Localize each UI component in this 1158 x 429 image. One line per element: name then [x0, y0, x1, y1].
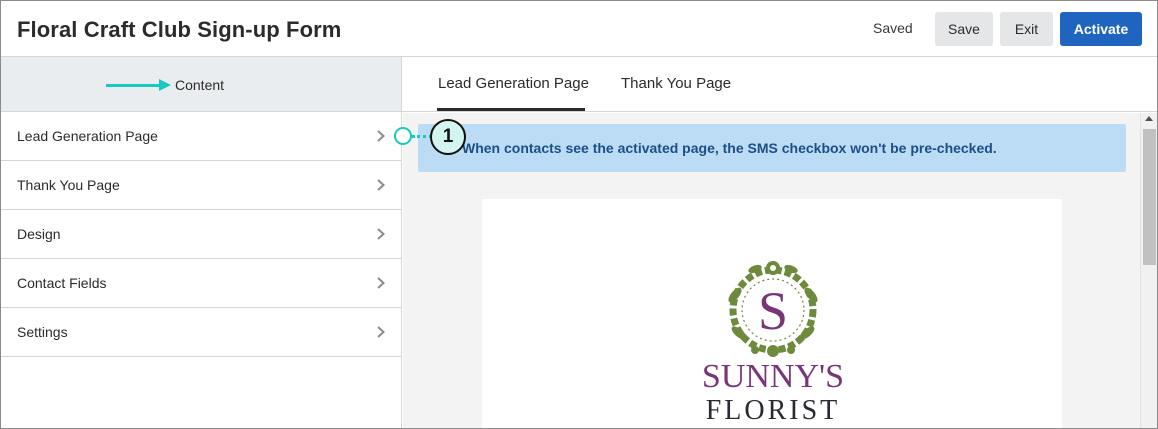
sidebar-item-settings[interactable]: Settings	[1, 308, 401, 357]
exit-button[interactable]: Exit	[1000, 12, 1053, 46]
flower-shape	[751, 346, 759, 354]
chevron-right-icon	[377, 326, 385, 338]
callout-number-badge: 1	[430, 119, 466, 155]
active-tab-indicator	[437, 108, 585, 111]
scrollbar-thumb[interactable]	[1143, 129, 1156, 265]
sidebar-header: Content	[1, 57, 401, 112]
sidebar-item-label: Lead Generation Page	[17, 128, 158, 144]
sidebar-item-label: Contact Fields	[17, 275, 107, 291]
page-title: Floral Craft Club Sign-up Form	[17, 17, 342, 42]
callout-connector	[412, 135, 432, 138]
page-preview: When contacts see the activated page, th…	[403, 113, 1140, 428]
chevron-right-icon	[377, 277, 385, 289]
preview-scrollbar[interactable]	[1140, 113, 1157, 428]
pointer-arrow-icon	[106, 84, 162, 87]
logo-monogram: S	[758, 281, 788, 341]
sidebar-item-lead-generation-page[interactable]: Lead Generation Page	[1, 112, 401, 161]
flower-shape	[767, 345, 779, 357]
tab-lead-generation-page[interactable]: Lead Generation Page	[438, 75, 589, 92]
chevron-right-icon	[377, 179, 385, 191]
info-banner: When contacts see the activated page, th…	[418, 124, 1126, 172]
save-status: Saved	[873, 20, 913, 36]
flower-shape	[787, 346, 795, 354]
flower-center	[770, 265, 776, 271]
tab-thank-you-page[interactable]: Thank You Page	[621, 75, 731, 92]
page-tabs: Lead Generation Page Thank You Page	[402, 57, 1157, 112]
sidebar-item-thank-you-page[interactable]: Thank You Page	[1, 161, 401, 210]
scroll-up-arrow-icon[interactable]	[1145, 116, 1153, 121]
florist-logo: S SUNNY'S FLORIST	[702, 261, 844, 426]
sidebar-item-label: Design	[17, 226, 61, 242]
save-button[interactable]: Save	[935, 12, 993, 46]
top-header: Floral Craft Club Sign-up Form Saved Sav…	[1, 1, 1157, 57]
sidebar: Content Lead Generation Page Thank You P…	[1, 57, 402, 428]
app-window: Floral Craft Club Sign-up Form Saved Sav…	[0, 0, 1158, 429]
logo-wordmark-line2: FLORIST	[706, 395, 841, 426]
activate-button[interactable]: Activate	[1060, 12, 1142, 46]
chevron-right-icon	[377, 130, 385, 142]
info-banner-text: When contacts see the activated page, th…	[462, 140, 997, 156]
sidebar-item-design[interactable]: Design	[1, 210, 401, 259]
chevron-right-icon	[377, 228, 385, 240]
callout-anchor-dot	[394, 127, 412, 145]
landing-page-canvas[interactable]: S SUNNY'S FLORIST	[482, 199, 1062, 428]
logo-wordmark-line1: SUNNY'S	[702, 358, 844, 395]
sidebar-item-label: Settings	[17, 324, 68, 340]
pointer-arrowhead-icon	[159, 79, 171, 91]
sidebar-item-contact-fields[interactable]: Contact Fields	[1, 259, 401, 308]
sidebar-heading: Content	[175, 77, 225, 93]
sidebar-item-label: Thank You Page	[17, 177, 120, 193]
